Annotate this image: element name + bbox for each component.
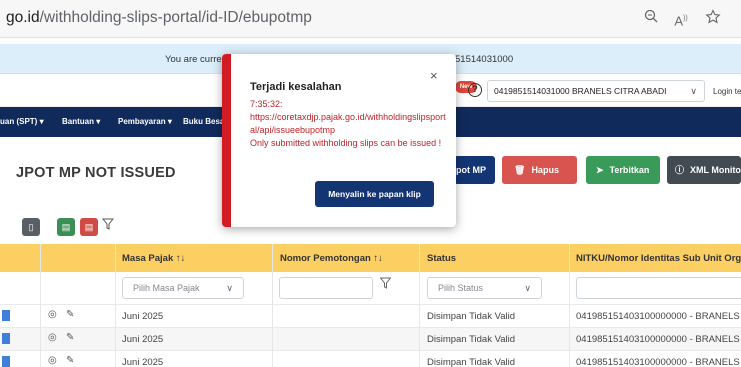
- col-nomor-pemotongan[interactable]: Nomor Pemotongan ↑↓: [280, 253, 383, 264]
- zoom-icon[interactable]: [641, 9, 661, 29]
- cell-nitku: 041985151403100000000 - BRANELS C: [576, 357, 741, 367]
- nomor-pemotongan-filter[interactable]: [279, 277, 373, 299]
- col-masa-pajak[interactable]: Masa Pajak ↑↓: [122, 253, 185, 264]
- row-checkbox[interactable]: [2, 310, 10, 321]
- status-filter[interactable]: Pilih Status ∨: [427, 277, 542, 299]
- error-accent-bar: [222, 54, 231, 227]
- copy-to-clipboard-button[interactable]: Menyalin ke papan klip: [315, 181, 434, 207]
- chevron-down-icon: ∨: [524, 283, 531, 293]
- column-divider: [40, 244, 41, 367]
- dialog-title: Terjadi kesalahan: [250, 81, 342, 93]
- column-divider: [569, 244, 570, 367]
- browser-address-bar[interactable]: go.id/withholding-slips-portal/id-ID/ebu…: [0, 0, 741, 38]
- favorite-icon[interactable]: [703, 9, 723, 29]
- cell-masa-pajak: Juni 2025: [122, 311, 164, 322]
- create-bupot-button[interactable]: pot MP: [454, 156, 495, 184]
- trash-icon: 🗑: [514, 165, 526, 175]
- cell-masa-pajak: Juni 2025: [122, 357, 164, 367]
- send-icon: ➤: [596, 165, 604, 175]
- issue-button[interactable]: ➤ Terbitkan: [586, 156, 660, 184]
- cell-nitku: 041985151403100000000 - BRANELS C: [576, 311, 741, 322]
- nitku-filter[interactable]: [576, 277, 741, 299]
- chevron-down-icon: ∨: [690, 86, 697, 96]
- xml-monitor-button[interactable]: ⓘ XML Monitor: [667, 156, 741, 184]
- error-time: 7:35:32:: [250, 99, 283, 109]
- view-icon[interactable]: ◎: [48, 332, 57, 343]
- cell-status: Disimpan Tidak Valid: [427, 311, 516, 322]
- excel-icon[interactable]: ▤: [57, 218, 75, 236]
- edit-icon[interactable]: ✎: [66, 309, 74, 320]
- table-row[interactable]: ◎ ✎ Juni 2025 Disimpan Tidak Valid 04198…: [0, 327, 741, 350]
- table-header: Masa Pajak ↑↓ Nomor Pemotongan ↑↓ Status…: [0, 244, 741, 272]
- delete-button[interactable]: 🗑 Hapus: [502, 156, 577, 184]
- cell-status: Disimpan Tidak Valid: [427, 357, 516, 367]
- column-divider: [115, 244, 116, 367]
- help-icon[interactable]: ?: [468, 83, 482, 97]
- edit-icon[interactable]: ✎: [66, 355, 74, 366]
- view-icon[interactable]: ◎: [48, 309, 57, 320]
- dialog-message: 7:35:32: https://coretaxdjp.pajak.go.id/…: [250, 98, 446, 150]
- chevron-down-icon: ∨: [226, 283, 233, 293]
- banner-text-tail: 51514031000: [455, 54, 514, 65]
- nav-item-buku-besar[interactable]: Buku Besa: [183, 117, 224, 126]
- row-checkbox[interactable]: [2, 356, 10, 367]
- view-icon[interactable]: ◎: [48, 355, 57, 366]
- nav-item-pembayaran[interactable]: Pembayaran ▾: [118, 117, 172, 126]
- page-title: JPOT MP NOT ISSUED: [16, 165, 176, 181]
- table-row[interactable]: ◎ ✎ Juni 2025 Disimpan Tidak Valid 04198…: [0, 350, 741, 367]
- filter-icon[interactable]: [379, 277, 392, 292]
- col-nitku[interactable]: NITKU/Nomor Identitas Sub Unit Org: [576, 253, 741, 264]
- error-message: Only submitted withholding slips can be …: [250, 138, 442, 148]
- login-label[interactable]: Login ter: [713, 87, 741, 96]
- cell-status: Disimpan Tidak Valid: [427, 334, 516, 345]
- cell-nitku: 041985151403100000000 - BRANELS C: [576, 334, 741, 345]
- column-divider: [419, 244, 420, 367]
- nav-item-bantuan[interactable]: Bantuan ▾: [62, 117, 100, 126]
- table-row[interactable]: ◎ ✎ Juni 2025 Disimpan Tidak Valid 04198…: [0, 304, 741, 327]
- error-dialog: Terjadi kesalahan × 7:35:32: https://cor…: [222, 54, 456, 227]
- column-divider: [272, 244, 273, 367]
- url-text[interactable]: go.id/withholding-slips-portal/id-ID/ebu…: [6, 9, 312, 27]
- col-status[interactable]: Status: [427, 253, 456, 264]
- row-checkbox[interactable]: [2, 333, 10, 344]
- clear-filter-icon[interactable]: [101, 218, 115, 233]
- masa-pajak-filter[interactable]: Pilih Masa Pajak ∨: [122, 277, 244, 299]
- read-aloud-icon[interactable]: A)): [671, 9, 691, 29]
- error-url: https://coretaxdjp.pajak.go.id/withholdi…: [250, 112, 446, 135]
- pdf-icon[interactable]: ▤: [80, 218, 98, 236]
- filter-row: Pilih Masa Pajak ∨ Pilih Status ∨: [0, 272, 741, 304]
- cell-masa-pajak: Juni 2025: [122, 334, 164, 345]
- taxpayer-select[interactable]: 0419851514031000 BRANELS CITRA ABADI ∨: [487, 80, 705, 102]
- banner-text: You are curre: [165, 54, 222, 65]
- document-icon[interactable]: ▯: [22, 218, 40, 236]
- info-icon: ⓘ: [675, 165, 685, 175]
- edit-icon[interactable]: ✎: [66, 332, 74, 343]
- close-icon[interactable]: ×: [430, 68, 438, 83]
- nav-item-spt[interactable]: uan (SPT) ▾: [0, 117, 44, 126]
